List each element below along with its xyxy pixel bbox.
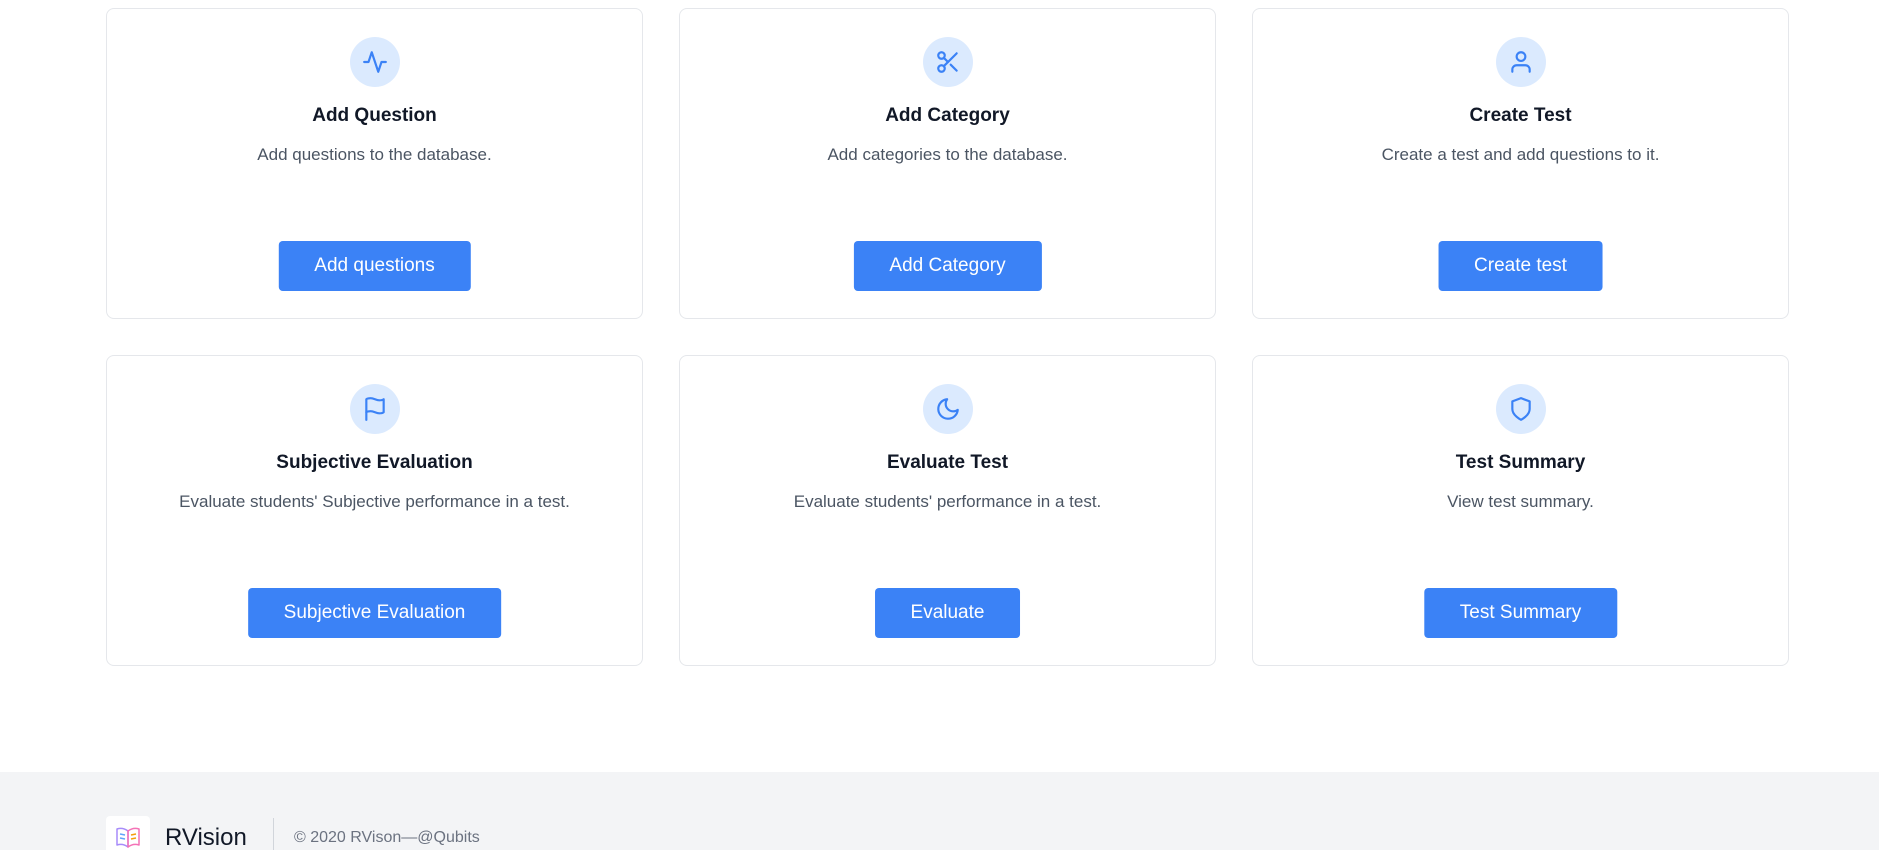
moon-icon: [922, 384, 973, 434]
card-description: Evaluate students' performance in a test…: [793, 492, 1102, 511]
add-category-button[interactable]: Add Category: [853, 241, 1042, 291]
subjective-evaluation-card: Subjective Evaluation Evaluate students'…: [106, 355, 643, 666]
card-title: Add Question: [312, 105, 437, 126]
card-description: Add questions to the database.: [257, 145, 492, 164]
card-description: View test summary.: [1447, 492, 1594, 511]
activity-icon: [349, 37, 400, 87]
book-icon[interactable]: [106, 816, 150, 850]
card-description: Create a test and add questions to it.: [1381, 145, 1660, 164]
feature-card-grid: Add Question Add questions to the databa…: [106, 8, 1790, 666]
subjective-evaluation-button[interactable]: Subjective Evaluation: [247, 588, 502, 638]
card-title: Subjective Evaluation: [276, 452, 473, 473]
user-icon: [1495, 37, 1546, 87]
create-test-button[interactable]: Create test: [1438, 241, 1603, 291]
footer-copyright: © 2020 RVison—@Qubits: [294, 829, 480, 846]
add-category-card: Add Category Add categories to the datab…: [679, 8, 1216, 319]
add-questions-button[interactable]: Add questions: [278, 241, 471, 291]
create-test-card: Create Test Create a test and add questi…: [1252, 8, 1789, 319]
page: Add Question Add questions to the databa…: [0, 0, 1879, 850]
card-title: Test Summary: [1455, 452, 1586, 473]
flag-icon: [349, 384, 400, 434]
card-title: Evaluate Test: [886, 452, 1009, 473]
test-summary-card: Test Summary View test summary. Test Sum…: [1252, 355, 1789, 666]
test-summary-button[interactable]: Test Summary: [1423, 588, 1618, 638]
add-question-card: Add Question Add questions to the databa…: [106, 8, 643, 319]
card-title: Create Test: [1469, 105, 1572, 126]
card-description: Evaluate students' Subjective performanc…: [179, 492, 570, 511]
evaluate-button[interactable]: Evaluate: [874, 588, 1021, 638]
footer-brand[interactable]: RVision: [165, 824, 247, 850]
footer: RVision © 2020 RVison—@Qubits: [0, 772, 1879, 850]
card-title: Add Category: [885, 105, 1010, 126]
shield-icon: [1495, 384, 1546, 434]
scissors-icon: [922, 37, 973, 87]
footer-divider: [273, 818, 274, 850]
evaluate-test-card: Evaluate Test Evaluate students' perform…: [679, 355, 1216, 666]
card-description: Add categories to the database.: [827, 145, 1068, 164]
